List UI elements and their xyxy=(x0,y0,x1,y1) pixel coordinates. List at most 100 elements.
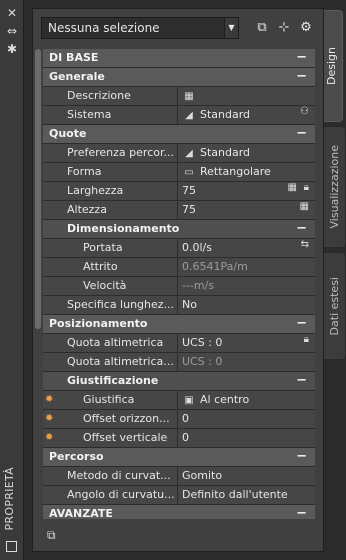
prop-label: Offset verticale xyxy=(83,431,168,444)
prop-value[interactable]: ◢ Standard xyxy=(177,144,315,162)
lock-icon[interactable]: 🔒︎ xyxy=(304,182,309,193)
prop-portata[interactable]: Portata 0.0l/s ⇆ xyxy=(43,239,315,258)
category-label: Quote xyxy=(49,127,87,140)
calculator-icon[interactable]: ▦ xyxy=(300,201,309,212)
prop-offset-verticale[interactable]: ✹ Offset verticale 0 xyxy=(43,429,315,448)
prop-value[interactable]: UCS : 0 xyxy=(177,334,315,352)
prop-larghezza[interactable]: Larghezza 75 ▦ 🔒︎ xyxy=(43,182,315,201)
prop-label: Quota altimetrica xyxy=(67,336,164,349)
calculator-icon[interactable]: ▦ xyxy=(288,182,297,193)
palette-title: PROPRIETÀ xyxy=(3,466,16,531)
lock-icon[interactable]: 🔒︎ xyxy=(304,334,309,345)
prop-value: ---m/s xyxy=(177,277,315,295)
scrollbar[interactable] xyxy=(35,49,41,509)
collapse-icon[interactable]: − xyxy=(296,505,307,519)
varies-icon: ✹ xyxy=(45,432,54,443)
prop-angolo-curvatura[interactable]: ✹ Angolo di curvatu... Definito dall'ute… xyxy=(43,486,315,505)
prop-label: Altezza xyxy=(67,203,107,216)
prop-quota-altimetrica[interactable]: Quota altimetrica UCS : 0 🔒︎ xyxy=(43,334,315,353)
prop-descrizione[interactable]: Descrizione ▦ xyxy=(43,87,315,106)
subcategory-giustificazione[interactable]: Giustificazione − xyxy=(43,372,315,391)
settings-icon[interactable]: ✱ xyxy=(5,42,19,56)
chevron-down-icon[interactable]: ▼ xyxy=(224,18,238,38)
prop-label: Forma xyxy=(67,165,102,178)
prop-label: Attrito xyxy=(83,260,118,273)
category-avanzate[interactable]: AVANZATE − xyxy=(43,505,315,519)
select-objects-icon[interactable]: ⊹ xyxy=(275,19,293,37)
collapse-icon[interactable]: − xyxy=(296,68,307,86)
category-base[interactable]: DI BASE − xyxy=(43,49,315,68)
category-generale[interactable]: Generale − xyxy=(43,68,315,87)
description-icon[interactable]: ▦ xyxy=(182,88,196,105)
scrollbar-thumb[interactable] xyxy=(35,49,41,329)
tab-visualizzazione-label: Visualizzazione xyxy=(328,145,341,229)
prop-label: Giustifica xyxy=(83,393,135,406)
flow-icon[interactable]: ⇆ xyxy=(301,239,309,250)
routing-icon: ◢ xyxy=(185,148,193,159)
prop-label: Specifica lunghez... xyxy=(67,298,175,311)
collapse-icon[interactable]: − xyxy=(296,220,307,238)
prop-label: Descrizione xyxy=(67,89,131,102)
subcategory-dimensionamento[interactable]: Dimensionamento − xyxy=(43,220,315,239)
palette-options-icon[interactable]: ⧉ xyxy=(47,528,56,543)
prop-label: Larghezza xyxy=(67,184,124,197)
prop-value[interactable]: 0 xyxy=(177,410,315,428)
tab-dati-estesi-label: Dati estesi xyxy=(328,276,341,336)
prop-altezza[interactable]: Altezza 75 ▦ xyxy=(43,201,315,220)
category-label: Posizionamento xyxy=(49,317,148,330)
subcategory-label: Dimensionamento xyxy=(67,222,180,235)
varies-icon: ✹ xyxy=(45,413,54,424)
prop-label: Preferenza percor... xyxy=(67,146,174,159)
quick-select-icon[interactable]: ⧉ xyxy=(253,19,271,37)
collapse-icon[interactable]: − xyxy=(296,372,307,390)
collapse-icon[interactable]: − xyxy=(296,448,307,466)
tab-design[interactable]: Design xyxy=(321,10,343,122)
palette-box-icon[interactable] xyxy=(6,541,17,552)
prop-value[interactable]: 0 xyxy=(177,429,315,447)
prop-label: Sistema xyxy=(67,108,112,121)
selection-value: Nessuna selezione xyxy=(48,21,160,35)
tab-dati-estesi[interactable]: Dati estesi xyxy=(324,252,346,360)
prop-metodo-curvatura[interactable]: ✹ Metodo di curvat... Gomito xyxy=(43,467,315,486)
category-quote[interactable]: Quote − xyxy=(43,125,315,144)
shape-icon: ▭ xyxy=(184,167,194,178)
category-percorso[interactable]: Percorso − xyxy=(43,448,315,467)
auto-hide-icon[interactable]: ⇔ xyxy=(5,24,19,38)
prop-velocita: Velocità ---m/s xyxy=(43,277,315,296)
prop-value[interactable]: 75 xyxy=(177,201,315,219)
tab-visualizzazione[interactable]: Visualizzazione xyxy=(324,126,346,248)
category-label: DI BASE xyxy=(49,51,99,64)
binoculars-icon[interactable]: ⚇ xyxy=(300,106,309,117)
collapse-icon[interactable]: − xyxy=(296,315,307,333)
prop-giustifica[interactable]: ✹ Giustifica ▣ Al centro xyxy=(43,391,315,410)
collapse-icon[interactable]: − xyxy=(296,49,307,67)
prop-label: Offset orizzon... xyxy=(83,412,170,425)
prop-value[interactable]: ▦ xyxy=(177,87,315,105)
prop-value[interactable]: No xyxy=(177,296,315,314)
selection-toolbar: Nessuna selezione ▼ ⧉ ⊹ ⚙ xyxy=(41,17,321,41)
prop-forma[interactable]: Forma ▭ Rettangolare xyxy=(43,163,315,182)
selection-dropdown[interactable]: Nessuna selezione ▼ xyxy=(41,17,239,39)
collapse-icon[interactable]: − xyxy=(296,125,307,143)
prop-value[interactable]: ▭ Rettangolare xyxy=(177,163,315,181)
category-posizionamento[interactable]: Posizionamento − xyxy=(43,315,315,334)
prop-value[interactable]: ◢ Standard xyxy=(177,106,315,124)
prop-label: Metodo di curvat... xyxy=(67,469,171,482)
prop-offset-orizzontale[interactable]: ✹ Offset orizzon... 0 xyxy=(43,410,315,429)
prop-value[interactable]: ▣ Al centro xyxy=(177,391,315,409)
prop-value[interactable]: Gomito xyxy=(177,467,315,485)
prop-preferenza[interactable]: Preferenza percor... ◢ Standard xyxy=(43,144,315,163)
palette-title-bar: ✕ ⇔ ✱ PROPRIETÀ xyxy=(0,0,24,560)
prop-value[interactable]: Definito dall'utente xyxy=(177,486,315,504)
close-icon[interactable]: ✕ xyxy=(5,6,19,20)
prop-specifica[interactable]: ✹ Specifica lunghez... No xyxy=(43,296,315,315)
category-label: Percorso xyxy=(49,450,104,463)
tab-design-label: Design xyxy=(325,47,338,85)
property-grid: DI BASE − Generale − Descrizione ▦ Siste… xyxy=(43,49,315,519)
prop-label: Velocità xyxy=(83,279,127,292)
category-label: AVANZATE xyxy=(49,507,113,519)
toggle-pickadd-icon[interactable]: ⚙ xyxy=(297,19,315,37)
prop-value: UCS : 0 xyxy=(177,353,315,371)
prop-value[interactable]: 0.0l/s xyxy=(177,239,315,257)
prop-sistema[interactable]: Sistema ◢ Standard ⚇ xyxy=(43,106,315,125)
